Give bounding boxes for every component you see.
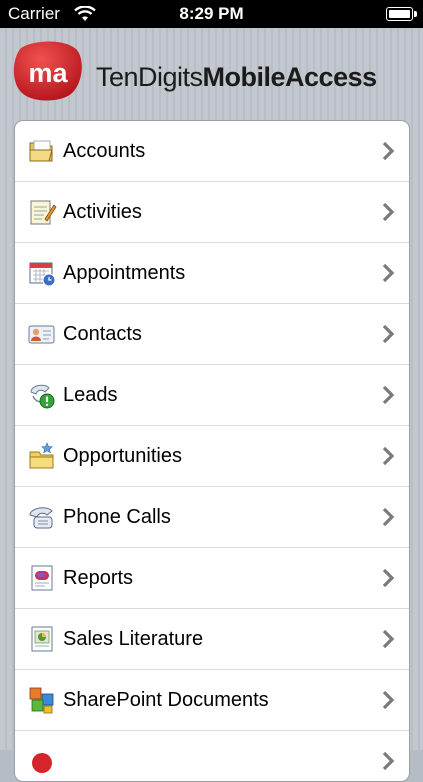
status-time: 8:29 PM bbox=[179, 4, 244, 23]
mobileaccess-logo: ma bbox=[13, 41, 82, 101]
menu-item-activities[interactable]: Activities bbox=[15, 182, 409, 243]
chevron-right-icon bbox=[382, 690, 395, 710]
menu-item-label: Phone Calls bbox=[63, 505, 171, 528]
status-bar: Carrier 8:29 PM bbox=[0, 0, 423, 28]
menu-item-label: Contacts bbox=[63, 322, 142, 345]
chevron-right-icon bbox=[382, 385, 395, 405]
menu-item-label: Sales Literature bbox=[63, 627, 204, 650]
battery-icon bbox=[386, 7, 417, 21]
chevron-right-icon bbox=[382, 141, 395, 161]
chevron-right-icon bbox=[382, 324, 395, 344]
report-icon bbox=[31, 565, 53, 591]
notepad-icon bbox=[30, 200, 57, 225]
literature-icon bbox=[31, 626, 53, 652]
menu-item-reports[interactable]: Reports bbox=[15, 548, 409, 609]
menu-item-phone-calls[interactable]: Phone Calls bbox=[15, 487, 409, 548]
menu-item-label: Appointments bbox=[63, 261, 186, 284]
calendar-icon bbox=[29, 262, 56, 287]
chevron-right-icon bbox=[382, 507, 395, 527]
chevron-right-icon bbox=[382, 446, 395, 466]
menu-item-partial[interactable] bbox=[15, 731, 409, 781]
brand-name: TenDigitsMobileAccess bbox=[96, 62, 377, 93]
chevron-right-icon bbox=[382, 629, 395, 649]
menu-item-opportunities[interactable]: Opportunities bbox=[15, 426, 409, 487]
lead-phone-icon bbox=[30, 384, 55, 409]
menu-item-label: Leads bbox=[63, 383, 118, 406]
contact-card-icon bbox=[28, 325, 55, 344]
menu-item-contacts[interactable]: Contacts bbox=[15, 304, 409, 365]
brand-name-bold: MobileAccess bbox=[202, 62, 378, 92]
menu-item-leads[interactable]: Leads bbox=[15, 365, 409, 426]
chevron-right-icon bbox=[382, 263, 395, 283]
menu-item-label: Accounts bbox=[63, 139, 146, 162]
chevron-right-icon bbox=[382, 568, 395, 588]
partial-row-icon bbox=[32, 753, 52, 773]
menu-item-label: SharePoint Documents bbox=[63, 688, 269, 711]
opportunity-folder-icon bbox=[29, 442, 54, 469]
menu-item-accounts[interactable]: Accounts bbox=[15, 121, 409, 182]
brand-name-light: TenDigits bbox=[96, 62, 203, 92]
menu-item-sharepoint-documents[interactable]: SharePoint Documents bbox=[15, 670, 409, 731]
menu-item-label: Reports bbox=[63, 566, 134, 589]
main-menu: Accounts Activities Appointments Contact… bbox=[14, 120, 410, 782]
app-header: ma TenDigitsMobileAccess bbox=[0, 28, 423, 118]
menu-item-label: Activities bbox=[63, 200, 142, 223]
menu-item-label: Opportunities bbox=[63, 444, 182, 467]
chevron-right-icon bbox=[382, 751, 395, 771]
menu-item-sales-literature[interactable]: Sales Literature bbox=[15, 609, 409, 670]
phone-icon bbox=[29, 507, 53, 529]
chevron-right-icon bbox=[382, 202, 395, 222]
sharepoint-icon bbox=[29, 687, 54, 714]
logo-mark-text: ma bbox=[28, 58, 68, 88]
menu-item-appointments[interactable]: Appointments bbox=[15, 243, 409, 304]
folder-icon bbox=[29, 140, 53, 162]
